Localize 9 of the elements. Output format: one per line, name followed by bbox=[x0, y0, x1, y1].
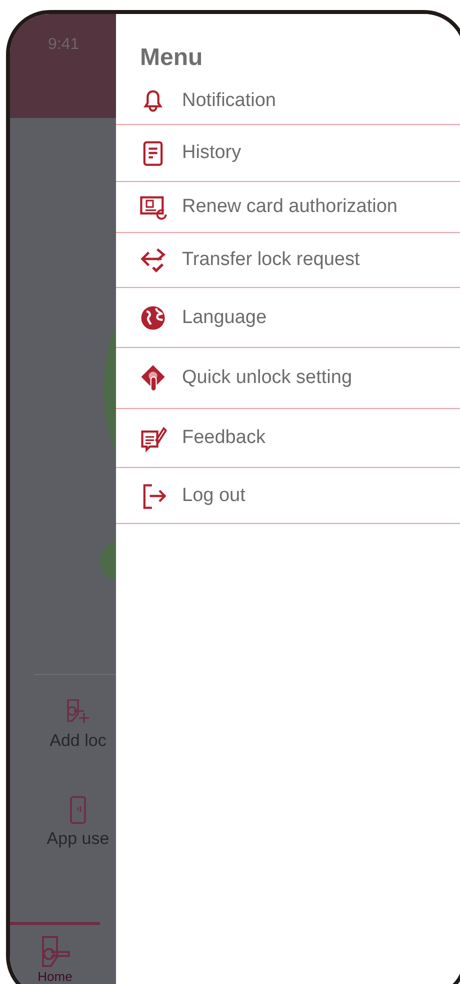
menu-item[interactable]: History bbox=[116, 125, 460, 182]
menu-item[interactable]: Language bbox=[116, 288, 460, 348]
menu-title: Menu bbox=[139, 44, 204, 73]
menu-item[interactable]: Transfer lock request bbox=[116, 233, 460, 288]
menu-item[interactable]: Renew card authorization bbox=[116, 182, 460, 233]
menu-item[interactable]: Log out bbox=[116, 468, 460, 524]
menu-item[interactable]: Notification bbox=[116, 78, 460, 125]
menu-item[interactable]: Quick unlock setting bbox=[116, 348, 460, 409]
menu-item[interactable]: Feedback bbox=[116, 409, 460, 468]
